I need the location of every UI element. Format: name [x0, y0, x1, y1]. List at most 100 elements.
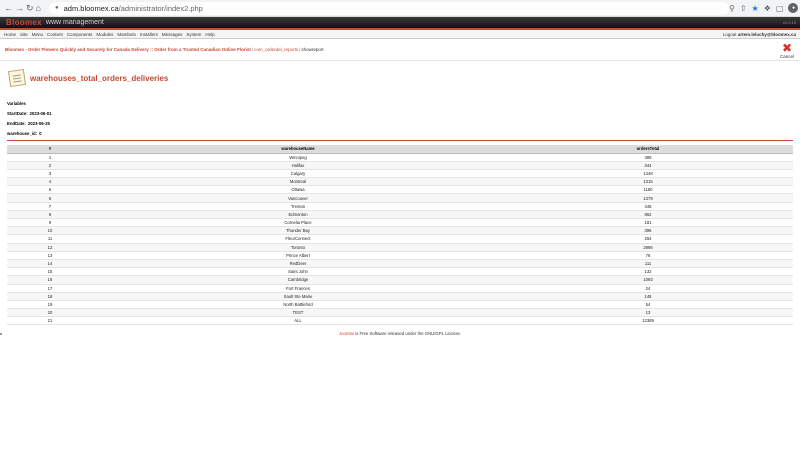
column-header-index: # — [7, 145, 93, 154]
orders-total-cell: 24 — [503, 284, 793, 293]
menu-item-components[interactable]: Components — [67, 32, 93, 37]
orders-total-cell: 111 — [503, 259, 793, 269]
menu-item-menu[interactable]: Menu — [32, 32, 43, 37]
row-index-cell: 16 — [7, 275, 93, 285]
table-row: 20 TEST 13 — [7, 308, 793, 318]
breadcrumb-separator: / — [299, 47, 301, 52]
breadcrumb-separator: / — [251, 47, 254, 52]
admin-header: Bloomex www management v1.0.15 — [0, 17, 800, 30]
back-icon[interactable]: ← — [4, 2, 13, 14]
report-variables: Variables StartDate: 2023-06-01 EndDate: 2… — [7, 98, 793, 138]
menu-item-messages[interactable]: Messages — [162, 32, 183, 37]
warehouse-name-cell: Cornelia Place — [93, 218, 503, 228]
row-index-cell: 11 — [7, 234, 93, 244]
row-index-cell: 18 — [7, 292, 93, 301]
breadcrumb-component-link[interactable]: com_orderdel_reports — [254, 47, 298, 52]
warehouse-name-cell: Vancouver — [93, 193, 503, 203]
row-index-cell: 9 — [7, 218, 93, 228]
orders-total-cell: 1379 — [503, 193, 793, 203]
menu-item-modules[interactable]: Modules — [96, 32, 113, 37]
orders-total-cell: 54 — [503, 300, 793, 310]
divider — [7, 140, 793, 141]
breadcrumb: Bloomex - Order Flowers Quickly and Secu… — [0, 39, 800, 61]
warehouse-name-cell: Cambridge — [93, 275, 503, 285]
warehouse-name-cell: RedDeer — [93, 259, 503, 269]
table-row: 14 RedDeer 111 — [7, 259, 793, 269]
warehouse-name-cell: North Battleford — [93, 300, 503, 310]
row-index-cell: 1 — [7, 153, 93, 162]
row-index-cell: 5 — [7, 185, 93, 195]
menu-item-site[interactable]: Site — [20, 32, 28, 37]
table-row: 12 Toronto 2996 — [7, 243, 793, 252]
table-row: 17 Fort Frances 24 — [7, 284, 793, 293]
admin-menubar: Home Site Menu Content Components Module… — [0, 30, 800, 39]
orders-total-cell: 862 — [503, 210, 793, 220]
breadcrumb-current: showreport — [301, 47, 324, 52]
extensions-icon[interactable]: ❖ — [764, 4, 771, 13]
table-row: 21 ALL 12389 — [7, 316, 793, 326]
brand-logo: Bloomex — [6, 18, 42, 27]
table-header-row: # warehouseName ordersTotal — [7, 145, 793, 154]
menu-item-help[interactable]: Help — [205, 32, 214, 37]
warehouse-name-cell: Prince Albert — [93, 251, 503, 260]
browser-toolbar: ← → ↻ ⌂ ● adm.bloomex.ca/administrator/i… — [0, 0, 800, 17]
menu-item-home[interactable]: Home — [4, 32, 16, 37]
reload-icon[interactable]: ↻ — [26, 2, 34, 14]
sidebar-icon[interactable]: ▢ — [776, 4, 784, 13]
menu-item-installers[interactable]: Installers — [140, 32, 158, 37]
menu-item-system[interactable]: System — [186, 32, 201, 37]
orders-total-cell: 1180 — [503, 185, 793, 195]
row-index-cell: 7 — [7, 202, 93, 211]
table-row: 3 Calgary 1448 — [7, 169, 793, 179]
table-row: 10 Thunder Bay 398 — [7, 226, 793, 236]
menu-item-content[interactable]: Content — [47, 32, 63, 37]
orders-total-cell: 13 — [503, 308, 793, 318]
table-row: 4 Montreal 1315 — [7, 177, 793, 187]
orders-total-cell: 389 — [503, 153, 793, 162]
table-row: 9 Cornelia Place 181 — [7, 218, 793, 228]
row-index-cell: 17 — [7, 284, 93, 293]
variables-heading: Variables — [7, 100, 26, 106]
row-index-cell: 8 — [7, 210, 93, 220]
column-header-warehouse: warehouseName — [93, 145, 503, 154]
home-icon[interactable]: ⌂ — [36, 2, 41, 14]
menu-item-mambots[interactable]: Mambots — [117, 32, 136, 37]
orders-total-cell: 344 — [503, 161, 793, 170]
row-index-cell: 20 — [7, 308, 93, 318]
warehouse-name-cell: Toronto — [93, 243, 503, 252]
warehouse-name-cell: Saint John — [93, 267, 503, 277]
zoom-icon[interactable]: ⚲ — [729, 4, 735, 13]
warehouse-name-cell: TEST — [93, 308, 503, 318]
joomla-link[interactable]: Joomla! — [339, 331, 354, 336]
url-path: /administrator/index2.php — [118, 3, 203, 13]
orders-total-cell: 76 — [503, 251, 793, 260]
row-index-cell: 19 — [7, 300, 93, 310]
row-index-cell: 21 — [7, 316, 93, 326]
table-row: 8 Edmonton 862 — [7, 210, 793, 220]
breadcrumb-site-link[interactable]: Bloomex - Order Flowers Quickly and Secu… — [5, 47, 251, 52]
address-bar[interactable]: ● adm.bloomex.ca/administrator/index2.ph… — [48, 1, 729, 15]
warehouse-name-cell: Halifax — [93, 161, 503, 170]
orders-total-cell: 132 — [503, 267, 793, 277]
cancel-button[interactable]: ✖ Cancel — [780, 42, 794, 59]
table-row: 1 Winnipeg 389 — [7, 153, 793, 162]
share-icon[interactable]: ⇧ — [740, 4, 747, 13]
row-index-cell: 13 — [7, 251, 93, 260]
row-index-cell: 4 — [7, 177, 93, 187]
warehouse-name-cell: Trenton — [93, 202, 503, 211]
warehouse-name-cell: FleurConnect — [93, 234, 503, 244]
forward-icon[interactable]: → — [15, 2, 24, 14]
orders-total-cell: 1448 — [503, 169, 793, 179]
warehouse-name-cell: Edmonton — [93, 210, 503, 220]
profile-avatar[interactable]: ● — [788, 3, 799, 13]
table-row: 15 Saint John 132 — [7, 267, 793, 277]
lock-icon: ● — [54, 5, 59, 11]
report-content: warehouses_total_orders_deliveries Varia… — [0, 65, 800, 336]
row-index-cell: 12 — [7, 243, 93, 252]
bookmark-star-icon[interactable]: ★ — [752, 4, 759, 13]
brand-subtitle: www management — [45, 19, 104, 26]
logout-link[interactable]: Logout artem.leluchy@bloomex.ca — [723, 32, 796, 37]
report-notes-icon — [7, 68, 27, 88]
table-row: 7 Trenton 346 — [7, 202, 793, 211]
table-row: 16 Cambridge 1093 — [7, 275, 793, 285]
